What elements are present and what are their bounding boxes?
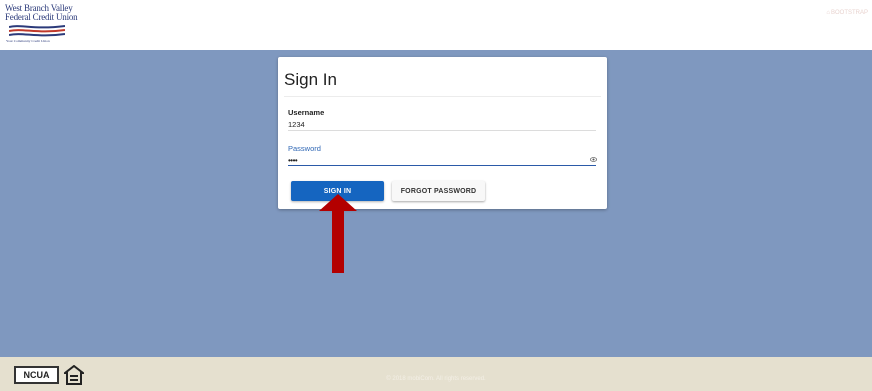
copyright-text: © 2018 mobiCom. All rights reserved.	[386, 376, 486, 382]
logo-tagline: Your Community Credit Union	[6, 39, 50, 43]
footer: NCUA © 2018 mobiCom. All rights reserved…	[0, 357, 872, 391]
sign-in-card: Sign In Username Password SIGN IN FORGOT…	[278, 57, 607, 209]
password-field[interactable]	[288, 155, 596, 166]
red-arrow-annotation-icon	[319, 194, 357, 273]
header: West Branch Valley Federal Credit Union …	[0, 0, 872, 50]
sign-in-title: Sign In	[284, 70, 337, 89]
show-password-icon[interactable]	[590, 156, 597, 163]
credit-union-logo[interactable]: West Branch Valley Federal Credit Union …	[5, 4, 83, 46]
home-link-label: BOOTSTRAP	[830, 10, 868, 16]
forgot-password-button[interactable]: FORGOT PASSWORD	[392, 181, 485, 201]
username-field[interactable]	[288, 118, 596, 131]
logo-line-2: Federal Credit Union	[5, 12, 78, 22]
password-label: Password	[288, 144, 321, 153]
content-area: Sign In Username Password SIGN IN FORGOT…	[0, 50, 872, 357]
home-icon: ⌂	[826, 10, 830, 16]
divider	[284, 96, 601, 97]
home-link[interactable]: ⌂BOOTSTRAP	[826, 10, 868, 16]
page: West Branch Valley Federal Credit Union …	[0, 0, 872, 391]
logo-waves-icon	[9, 25, 65, 37]
username-label: Username	[288, 108, 325, 117]
